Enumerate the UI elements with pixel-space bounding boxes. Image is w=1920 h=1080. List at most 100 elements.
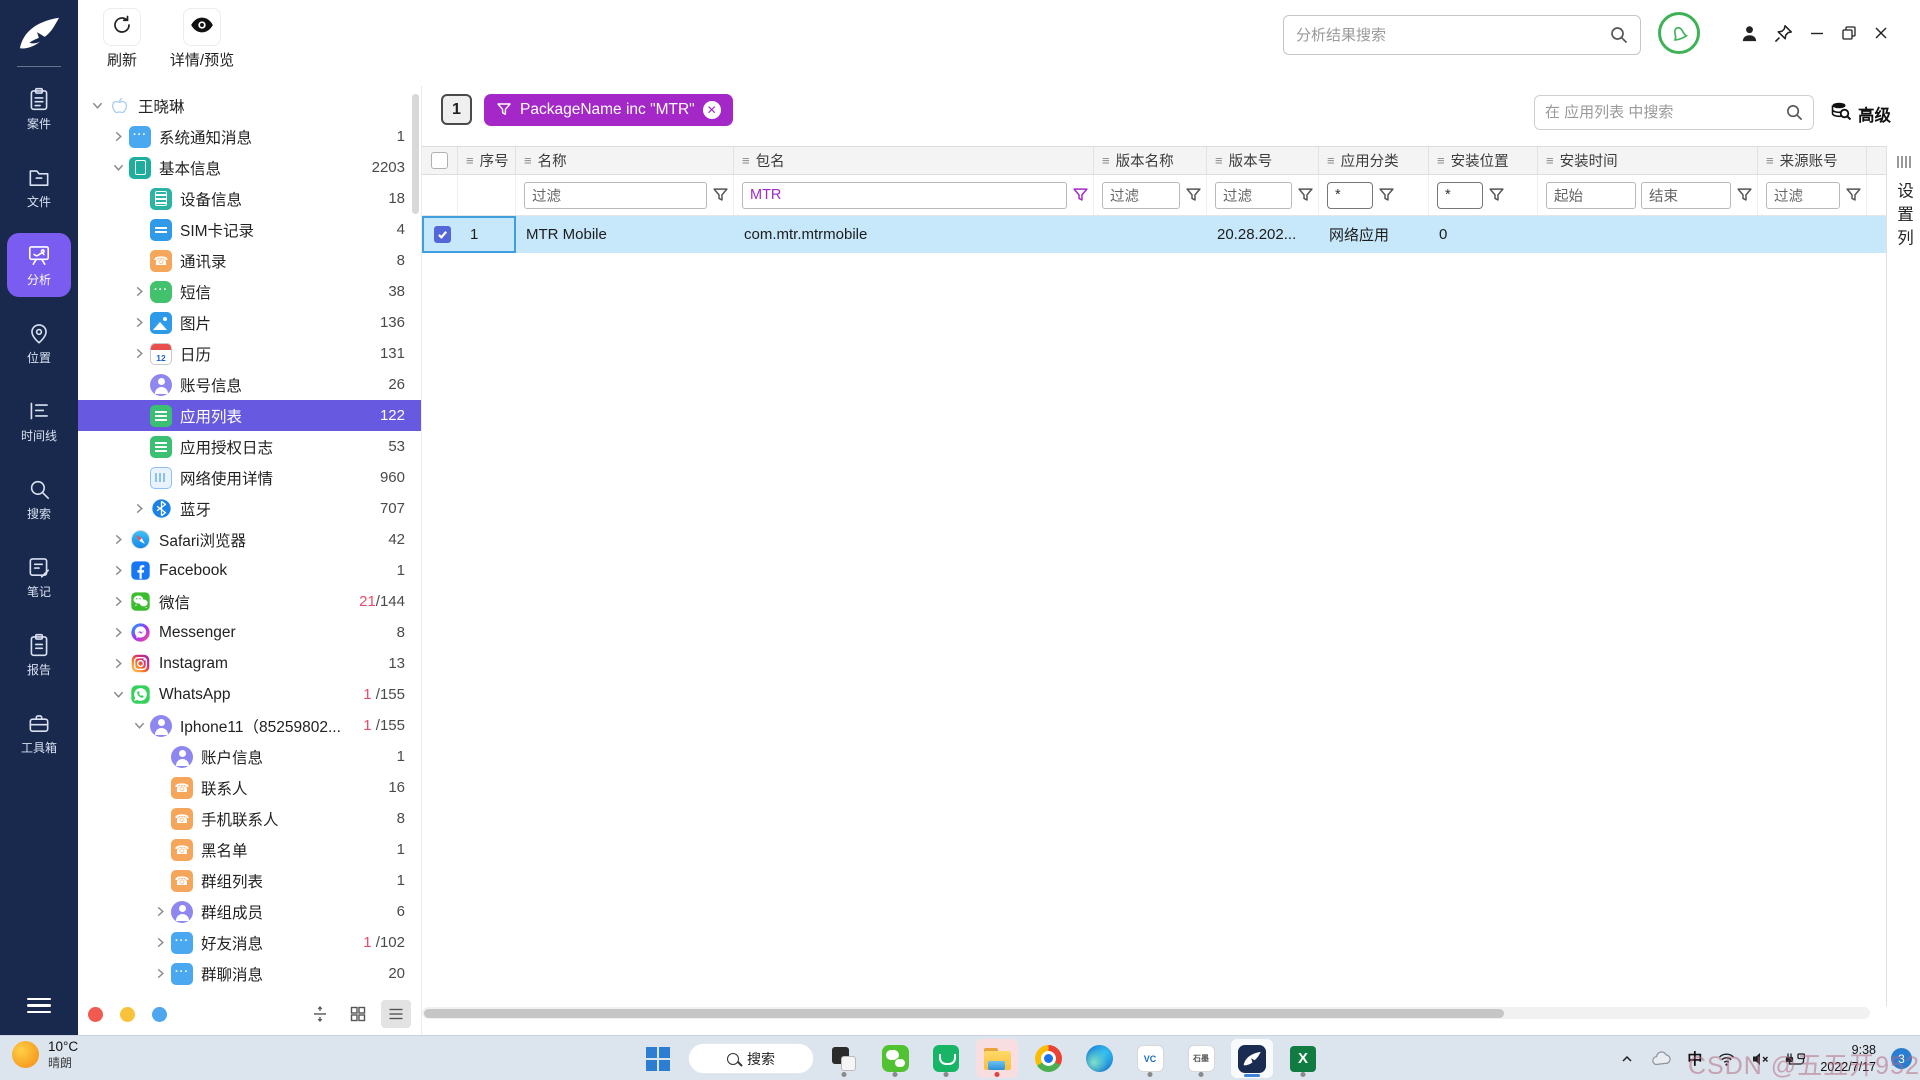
split-view-icon[interactable] — [305, 1000, 335, 1028]
tree-item[interactable]: 联系人16 — [78, 772, 421, 803]
preview-button[interactable]: 详情/预览 — [152, 8, 252, 70]
selected-cell[interactable]: 1 — [422, 216, 516, 253]
tree-item[interactable]: 系统通知消息1 — [78, 121, 421, 152]
chevron-right-icon[interactable] — [109, 562, 127, 580]
tree-item[interactable]: 账号信息26 — [78, 369, 421, 400]
funnel-icon[interactable] — [1488, 187, 1505, 204]
tree-item[interactable]: 群组成员6 — [78, 896, 421, 927]
chevron-right-icon[interactable] — [151, 903, 169, 921]
filter-start-install_time[interactable]: 起始 — [1546, 182, 1636, 209]
result-page-badge[interactable]: 1 — [441, 94, 472, 125]
column-header-version[interactable]: ≡版本号 — [1207, 147, 1319, 174]
tree-scrollbar[interactable] — [412, 94, 419, 214]
horizontal-scrollbar[interactable] — [422, 1007, 1870, 1019]
funnel-icon[interactable] — [1736, 187, 1753, 204]
weather-widget[interactable]: 10°C 晴朗 — [12, 1039, 78, 1071]
filter-input-pkg[interactable]: MTR — [742, 182, 1067, 209]
tree-item[interactable]: Iphone11（85259802...1 /155 — [78, 710, 421, 741]
nav-item-location[interactable]: 位置 — [7, 311, 71, 375]
analysis-search-input[interactable] — [1283, 15, 1641, 55]
chevron-right-icon[interactable] — [109, 624, 127, 642]
filter-chip[interactable]: PackageName inc "MTR" ✕ — [484, 94, 733, 126]
chip-close-icon[interactable]: ✕ — [703, 101, 721, 119]
ethernet-plug-icon[interactable] — [1785, 1051, 1805, 1067]
chevron-right-icon[interactable] — [130, 500, 148, 518]
scrollbar-thumb[interactable] — [424, 1009, 1504, 1018]
column-header-check[interactable] — [422, 147, 458, 174]
chevron-right-icon[interactable] — [130, 314, 148, 332]
column-header-source[interactable]: ≡来源账号 — [1758, 147, 1867, 174]
ime-indicator[interactable]: 中 — [1687, 1048, 1702, 1069]
chevron-right-icon[interactable] — [130, 345, 148, 363]
nav-item-analysis[interactable]: 分析 — [7, 233, 71, 297]
nav-item-report[interactable]: 报告 — [7, 623, 71, 687]
blue-tag-dot[interactable] — [152, 1007, 167, 1022]
wifi-icon[interactable] — [1717, 1051, 1736, 1067]
edge-icon[interactable] — [1078, 1039, 1120, 1078]
tree-item[interactable]: 黑名单1 — [78, 834, 421, 865]
chevron-right-icon[interactable] — [151, 934, 169, 952]
nav-item-toolbox[interactable]: 工具箱 — [7, 701, 71, 765]
funnel-icon[interactable] — [712, 187, 729, 204]
funnel-icon[interactable] — [1845, 187, 1862, 204]
nav-item-case[interactable]: 案件 — [7, 77, 71, 141]
tree-item[interactable]: 应用列表122 — [78, 400, 421, 431]
tree-item[interactable]: Messenger8 — [78, 617, 421, 648]
pin-icon[interactable] — [1772, 22, 1794, 44]
red-tag-dot[interactable] — [88, 1007, 103, 1022]
nav-item-timeline[interactable]: 时间线 — [7, 389, 71, 453]
tray-chevron-up-icon[interactable] — [1619, 1051, 1635, 1067]
tree-item[interactable]: Safari浏览器42 — [78, 524, 421, 555]
taskbar-search-icon[interactable]: 搜索 — [688, 1039, 814, 1078]
filter-input-category[interactable]: * — [1327, 182, 1373, 209]
filter-input-version_name[interactable]: 过滤 — [1102, 182, 1180, 209]
filter-input-install_loc[interactable]: * — [1437, 182, 1483, 209]
column-header-pkg[interactable]: ≡包名 — [734, 147, 1094, 174]
funnel-icon[interactable] — [1378, 187, 1395, 204]
tree-item[interactable]: Facebook1 — [78, 555, 421, 586]
menu-icon[interactable] — [27, 994, 51, 1018]
column-settings-strip[interactable]: 设置列 — [1886, 146, 1920, 1006]
tree-item[interactable]: 通讯录8 — [78, 245, 421, 276]
tree-item[interactable]: 短信38 — [78, 276, 421, 307]
filter-input-name[interactable]: 过滤 — [524, 182, 707, 209]
wechat-icon[interactable] — [874, 1039, 916, 1078]
tree-item[interactable]: 群组列表1 — [78, 865, 421, 896]
chevron-down-icon[interactable] — [109, 686, 127, 704]
tree-item[interactable]: 好友消息1 /102 — [78, 927, 421, 958]
grid-view-icon[interactable] — [343, 1000, 373, 1028]
taskbar-clock[interactable]: 9:38 2022/7/17 — [1820, 1042, 1876, 1075]
shimo-docs-icon[interactable]: 石墨 — [1180, 1039, 1222, 1078]
forensic-app-icon[interactable] — [1231, 1039, 1273, 1078]
column-header-install_loc[interactable]: ≡安装位置 — [1429, 147, 1538, 174]
tree-item[interactable]: 网络使用详情960 — [78, 462, 421, 493]
file-explorer-icon[interactable] — [976, 1039, 1018, 1078]
tree-item[interactable]: 设备信息18 — [78, 183, 421, 214]
nav-item-file[interactable]: 文件 — [7, 155, 71, 219]
minimize-icon[interactable] — [1806, 22, 1828, 44]
filter-input-source[interactable]: 过滤 — [1766, 182, 1840, 209]
tree-item[interactable]: 手机联系人8 — [78, 803, 421, 834]
refresh-button[interactable]: 刷新 — [82, 8, 162, 70]
chevron-down-icon[interactable] — [109, 159, 127, 177]
column-header-name[interactable]: ≡名称 — [516, 147, 734, 174]
chevron-down-icon[interactable] — [88, 97, 106, 115]
funnel-icon[interactable] — [1297, 187, 1314, 204]
list-view-icon[interactable] — [381, 1000, 411, 1028]
tree-item[interactable]: 群聊消息20 — [78, 958, 421, 989]
table-search-input[interactable] — [1534, 95, 1814, 130]
user-icon[interactable] — [1738, 22, 1760, 44]
nav-item-search[interactable]: 搜索 — [7, 467, 71, 531]
row-checkbox[interactable] — [434, 226, 451, 243]
table-row[interactable]: 1MTR Mobilecom.mtr.mtrmobile20.28.202...… — [422, 216, 1886, 253]
onedrive-cloud-icon[interactable] — [1650, 1051, 1672, 1067]
column-header-install_time[interactable]: ≡安装时间 — [1538, 147, 1758, 174]
tree-item[interactable]: 蓝牙707 — [78, 493, 421, 524]
tree-item[interactable]: 日历131 — [78, 338, 421, 369]
chevron-right-icon[interactable] — [109, 128, 127, 146]
volume-muted-icon[interactable] — [1751, 1051, 1770, 1067]
chrome-icon[interactable] — [1027, 1039, 1069, 1078]
chevron-right-icon[interactable] — [109, 531, 127, 549]
column-header-version_name[interactable]: ≡版本名称 — [1094, 147, 1207, 174]
voov-meeting-icon[interactable]: VC — [1129, 1039, 1171, 1078]
